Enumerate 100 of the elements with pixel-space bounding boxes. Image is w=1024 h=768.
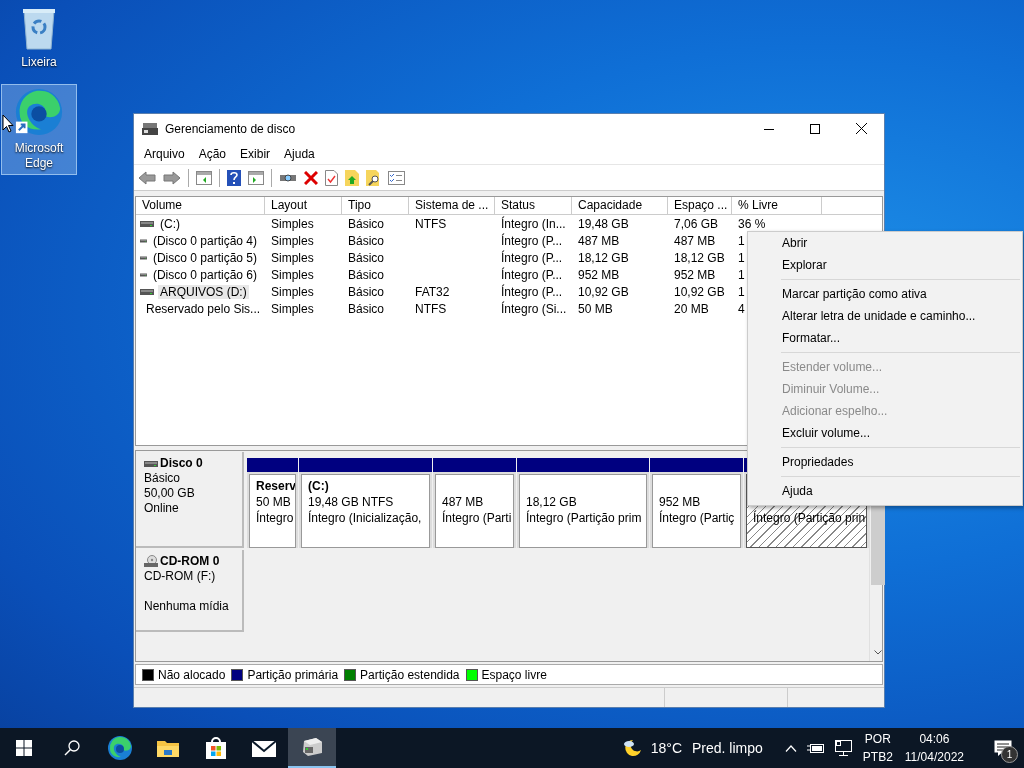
partition-status: Íntegro (Inicialização, xyxy=(308,511,422,525)
partition-status: Íntegro (Parti xyxy=(442,511,512,525)
partition-block[interactable]: Reserv 50 MB Íntegro xyxy=(249,474,296,548)
panel-icon[interactable] xyxy=(248,170,264,185)
table-cell: 952 MB xyxy=(578,267,620,282)
context-menu-item[interactable]: Marcar partição como ativa xyxy=(748,283,1022,305)
table-cell: 1 xyxy=(738,284,745,299)
table-cell: 1 xyxy=(738,233,745,248)
folder-search-icon[interactable] xyxy=(366,169,381,186)
table-cell[interactable]: (Disco 0 partição 6) xyxy=(150,267,259,282)
window-title: Gerenciamento de disco xyxy=(165,121,296,136)
table-cell: 4 xyxy=(738,301,745,316)
battery-plug-icon[interactable] xyxy=(806,742,825,754)
close-icon xyxy=(855,123,867,134)
context-menu-item[interactable]: Alterar letra de unidade e caminho... xyxy=(748,305,1022,327)
table-cell: 19,48 GB xyxy=(578,216,629,231)
desktop-shortcut[interactable]: Microsoft Edge xyxy=(1,84,77,175)
table-cell: NTFS xyxy=(415,301,447,316)
partition-block[interactable]: 952 MB Íntegro (Partiç xyxy=(652,474,741,548)
disk-media: Nenhuma mídia xyxy=(144,599,230,614)
delete-icon[interactable] xyxy=(304,170,318,185)
recycle-bin-icon xyxy=(21,7,57,51)
panel-icon[interactable] xyxy=(196,170,212,185)
table-cell: Íntegro (P... xyxy=(501,284,563,299)
table-cell: Simples xyxy=(271,216,314,231)
clock[interactable]: 04:06 11/04/2022 xyxy=(904,730,964,766)
partition-block[interactable]: 18,12 GB Íntegro (Partição prim xyxy=(519,474,647,548)
context-menu-item[interactable]: Excluir volume... xyxy=(748,422,1022,444)
connect-icon[interactable] xyxy=(279,171,297,184)
weather-condition[interactable]: Pred. limpo xyxy=(692,740,763,756)
table-cell: Básico xyxy=(348,233,385,248)
context-menu-item[interactable]: Formatar... xyxy=(748,327,1022,349)
disk-info-panel[interactable]: Disco 0 Básico 50,00 GB Online xyxy=(136,452,244,548)
table-cell[interactable]: (Disco 0 partição 4) xyxy=(150,233,259,248)
partition-size: 952 MB xyxy=(659,495,701,509)
table-cell: 10,92 GB xyxy=(674,284,725,299)
partition-name: Reserv xyxy=(256,479,295,493)
table-cell: FAT32 xyxy=(415,284,450,299)
notification-button[interactable]: 1 xyxy=(988,733,1018,763)
language-indicator[interactable]: POR PTB2 xyxy=(862,730,893,766)
disk-size: 50,00 GB xyxy=(144,486,196,501)
shopping-bag-icon xyxy=(204,736,228,760)
table-cell: 18,12 GB xyxy=(674,250,725,265)
partition-status: Íntegro (Partiç xyxy=(659,511,735,525)
forward-arrow-icon[interactable] xyxy=(163,170,181,185)
menu-item[interactable]: Exibir xyxy=(233,144,278,163)
table-cell: 50 MB xyxy=(578,301,613,316)
chevron-up-icon[interactable] xyxy=(784,744,797,752)
partition-block[interactable]: 487 MB Íntegro (Parti xyxy=(435,474,514,548)
context-menu-item[interactable]: Explorar xyxy=(748,254,1022,276)
table-cell[interactable]: ARQUIVOS (D:) xyxy=(158,284,249,299)
back-arrow-icon[interactable] xyxy=(138,170,156,185)
context-menu-item[interactable]: Abrir xyxy=(748,232,1022,254)
partition-status: Íntegro (Partição prin xyxy=(753,511,866,525)
disk-type: Básico xyxy=(144,471,182,486)
menu-item[interactable]: Ação xyxy=(191,144,234,163)
checked-document-icon[interactable] xyxy=(325,169,338,186)
table-cell: Íntegro (P... xyxy=(501,250,563,265)
menu-item[interactable]: Ajuda xyxy=(277,144,322,163)
table-cell[interactable]: (Disco 0 partição 5) xyxy=(150,250,259,265)
table-cell: 10,92 GB xyxy=(578,284,629,299)
chevron-down-icon[interactable] xyxy=(874,650,882,655)
context-menu-item[interactable]: Propriedades xyxy=(748,451,1022,473)
disk-drive-icon xyxy=(300,737,324,757)
table-cell: 7,06 GB xyxy=(674,216,719,231)
table-cell: 20 MB xyxy=(674,301,709,316)
partition-status: Íntegro xyxy=(256,511,294,525)
desktop-shortcut[interactable]: Lixeira xyxy=(1,4,77,74)
edge-logo-icon xyxy=(14,87,64,137)
drive-icon xyxy=(140,219,154,228)
partition-block[interactable]: (C:) 19,48 GB NTFS Íntegro (Inicialização, xyxy=(301,474,430,548)
table-cell: Básico xyxy=(348,284,385,299)
disk-info-panel[interactable]: CD-ROM 0 CD-ROM (F:) Nenhuma mídia xyxy=(136,550,244,632)
legend-label: Partição estendida xyxy=(360,667,460,682)
table-cell: Simples xyxy=(271,267,314,282)
disk-status: Online xyxy=(144,501,180,516)
legend-label: Não alocado xyxy=(158,667,226,682)
table-cell: 487 MB xyxy=(578,233,620,248)
table-cell[interactable]: Reservado pelo Sis... xyxy=(144,301,263,316)
checklist-icon[interactable] xyxy=(388,170,405,185)
legend-label: Partição primária xyxy=(247,667,339,682)
network-icon[interactable] xyxy=(834,740,853,756)
table-cell: Simples xyxy=(271,250,314,265)
table-cell: Íntegro (In... xyxy=(501,216,566,231)
moon-cloud-icon xyxy=(622,738,643,758)
menu-item[interactable]: Arquivo xyxy=(137,144,192,163)
table-cell: 1 xyxy=(738,267,745,282)
table-cell: 18,12 GB xyxy=(578,250,629,265)
disk-type: CD-ROM (F:) xyxy=(144,569,217,584)
table-cell: Íntegro (P... xyxy=(501,233,563,248)
help-icon[interactable] xyxy=(227,169,241,186)
partition-name: (C:) xyxy=(308,479,329,493)
table-cell[interactable]: (C:) xyxy=(158,216,182,231)
table-cell: 952 MB xyxy=(674,267,716,282)
folder-up-arrow-icon[interactable] xyxy=(345,169,359,186)
cd-drive-icon xyxy=(144,555,158,568)
table-cell: 36 % xyxy=(738,216,766,231)
table-cell: Básico xyxy=(348,301,385,316)
taskbar-app-button[interactable] xyxy=(288,728,336,768)
weather-temperature[interactable]: 18°C xyxy=(650,740,682,756)
